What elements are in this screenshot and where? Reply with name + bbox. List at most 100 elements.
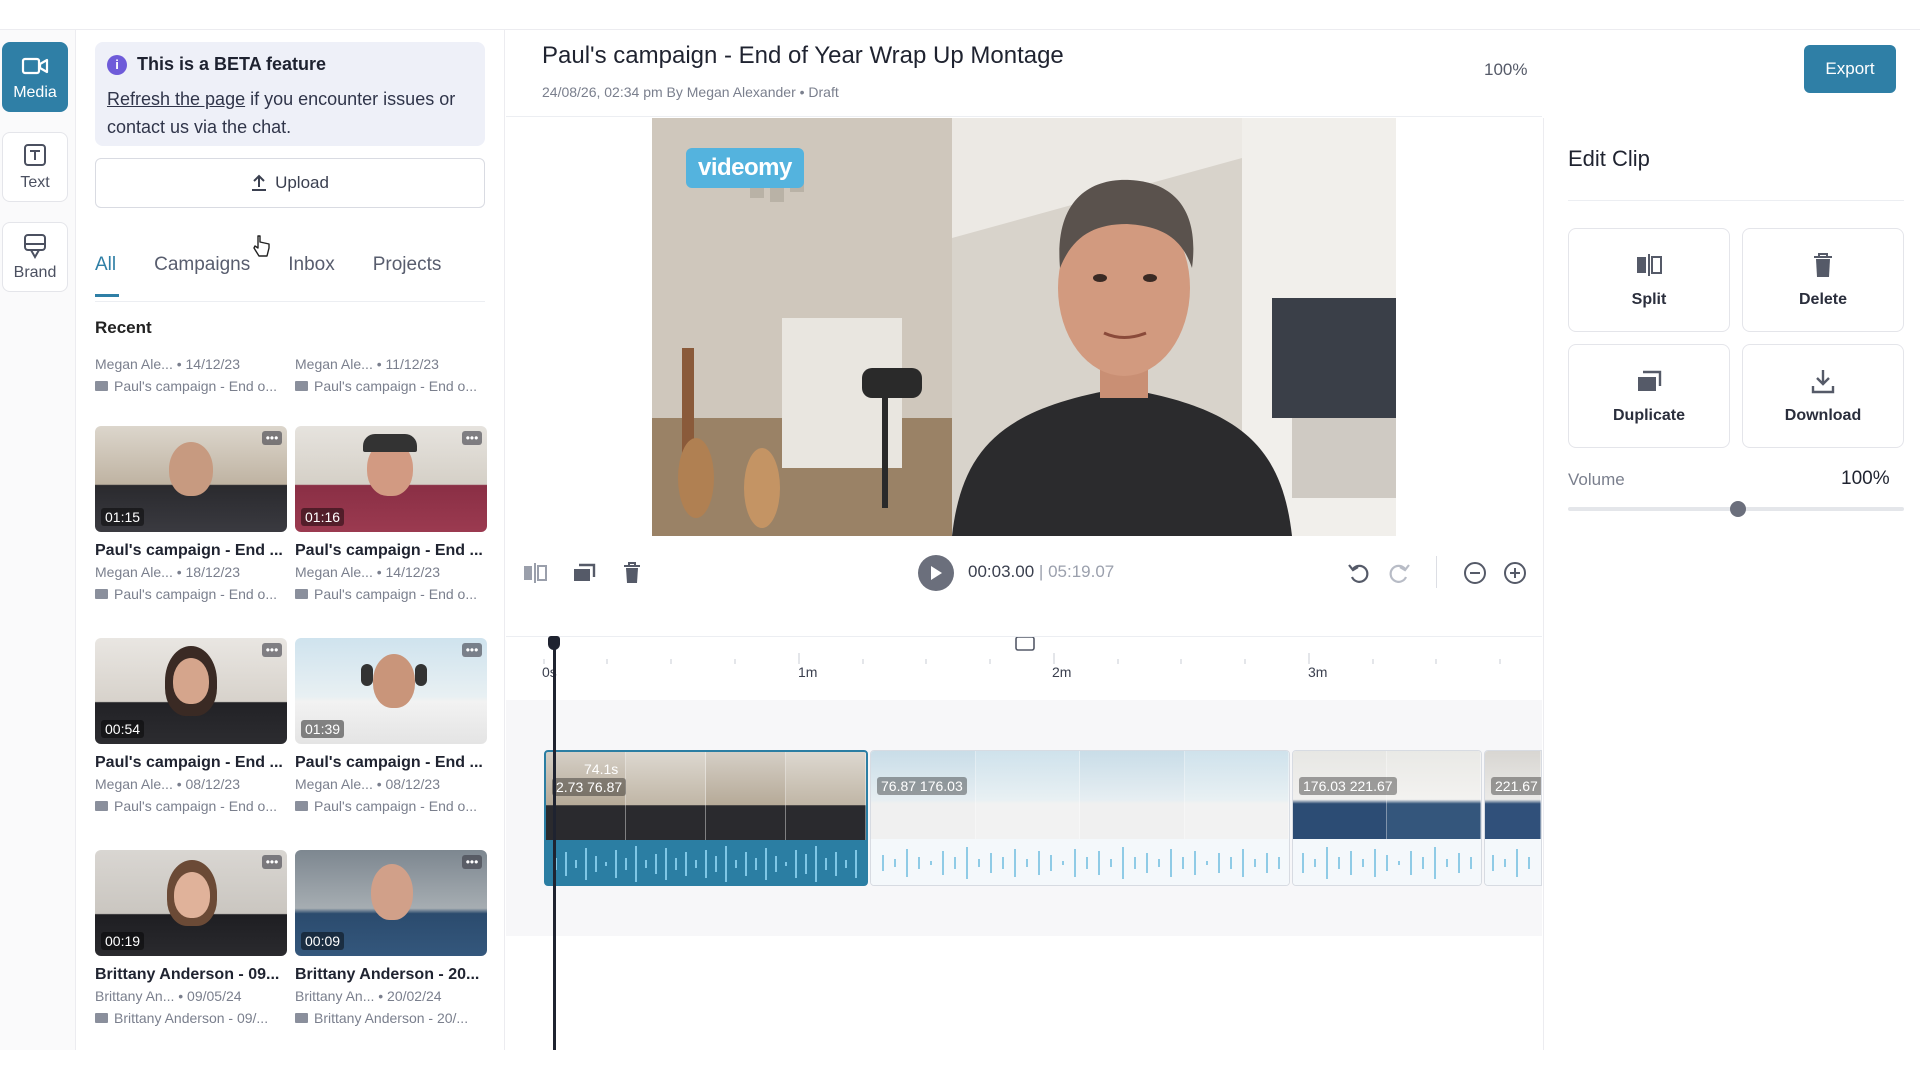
trash-icon[interactable] (622, 561, 642, 585)
playhead[interactable] (553, 636, 556, 1050)
card-title: Paul's campaign - End ... (95, 754, 283, 771)
panel-divider (1568, 200, 1904, 201)
video-thumbnail[interactable]: ••• 00:19 (95, 850, 287, 956)
upload-icon (252, 174, 267, 191)
project-subtitle: 24/08/26, 02:34 pm By Megan Alexander • … (542, 84, 839, 100)
redo-icon[interactable] (1387, 561, 1411, 585)
tab-all[interactable]: All (95, 252, 120, 301)
audio-waveform (546, 840, 866, 884)
media-card[interactable]: ••• 00:54 Paul's campaign - End ... Mega… (95, 638, 287, 814)
video-thumbnail[interactable]: ••• 00:09 (295, 850, 487, 956)
audio-waveform (1485, 839, 1541, 885)
card-folder: Brittany Anderson - 09/... (114, 1010, 269, 1026)
tab-campaigns[interactable]: Campaigns (154, 252, 250, 301)
ruler-label-2: 2m (1052, 664, 1072, 680)
video-thumbnail[interactable]: ••• 01:39 (295, 638, 487, 744)
beta-notice: i This is a BETA feature Refresh the pag… (95, 42, 485, 146)
card-folder: Paul's campaign - End o... (114, 586, 277, 602)
clip-range: 221.67 3 (1491, 777, 1541, 795)
card-meta: Megan Ale... • 08/12/23 (295, 776, 441, 792)
media-card[interactable]: ••• 00:09 Brittany Anderson - 20... Brit… (295, 850, 487, 1026)
list-item[interactable]: Megan Ale... • 11/12/23 Paul's campaign … (295, 356, 487, 394)
rail-text-label: Text (20, 174, 50, 191)
card-meta: Brittany An... • 20/02/24 (295, 988, 442, 1004)
timeline-clip-4[interactable]: 221.67 3 (1484, 750, 1542, 886)
video-thumbnail[interactable]: ••• 00:54 (95, 638, 287, 744)
duration-badge: 01:15 (101, 508, 145, 526)
more-options-icon[interactable]: ••• (262, 431, 282, 445)
video-thumbnail[interactable]: ••• 01:16 (295, 426, 487, 532)
media-card[interactable]: ••• 01:39 Paul's campaign - End ... Mega… (295, 638, 487, 814)
delete-button[interactable]: Delete (1742, 228, 1904, 332)
media-tabs: All Campaigns Inbox Projects (95, 252, 485, 302)
more-options-icon[interactable]: ••• (262, 855, 282, 869)
clip-range: 2.73 76.87 (552, 778, 627, 796)
video-preview[interactable]: videomy (652, 118, 1396, 536)
playhead-handle[interactable] (548, 636, 560, 650)
duration-badge: 00:54 (101, 720, 145, 738)
undo-icon[interactable] (1347, 561, 1371, 585)
rail-media-label: Media (13, 84, 57, 101)
duplicate-button[interactable]: Duplicate (1568, 344, 1730, 448)
card-folder: Paul's campaign - End o... (114, 378, 277, 394)
folder-icon (95, 801, 108, 811)
tab-inbox[interactable]: Inbox (288, 252, 334, 301)
rail-text-button[interactable]: Text (2, 132, 68, 202)
more-options-icon[interactable]: ••• (462, 431, 482, 445)
card-title: Paul's campaign - End ... (95, 542, 283, 559)
timeline-clip-1[interactable]: 74.1s 2.73 76.87 (544, 750, 868, 886)
timeline-clip-3[interactable]: 176.03 221.67 (1292, 750, 1482, 886)
rail-media-button[interactable]: Media (2, 42, 68, 112)
export-button[interactable]: Export (1804, 45, 1896, 93)
zoom-level[interactable]: 100% (1484, 60, 1527, 80)
card-title: Paul's campaign - End ... (295, 542, 483, 559)
total-time: 05:19.07 (1048, 562, 1115, 581)
split-button[interactable]: Split (1568, 228, 1730, 332)
rail-brand-button[interactable]: Brand (2, 222, 68, 292)
rail-brand-label: Brand (13, 264, 57, 281)
more-options-icon[interactable]: ••• (462, 643, 482, 657)
current-time: 00:03.00 (968, 562, 1035, 581)
list-item[interactable]: Megan Ale... • 14/12/23 Paul's campaign … (95, 356, 287, 394)
upload-label: Upload (275, 173, 329, 192)
card-meta: Megan Ale... • 14/12/23 (95, 356, 241, 372)
ruler-label-3: 3m (1308, 664, 1328, 680)
media-card[interactable]: ••• 01:15 Paul's campaign - End ... Mega… (95, 426, 287, 602)
more-options-icon[interactable]: ••• (262, 643, 282, 657)
folder-icon (95, 1013, 108, 1023)
card-meta: Megan Ale... • 14/12/23 (295, 564, 441, 580)
media-card[interactable]: ••• 00:19 Brittany Anderson - 09... Brit… (95, 850, 287, 1026)
card-folder: Brittany Anderson - 20/... (314, 1010, 469, 1026)
download-button[interactable]: Download (1742, 344, 1904, 448)
timeline-ruler[interactable]: 0s 1m 2m 3m (506, 636, 1542, 686)
timeline-clip-2[interactable]: 76.87 176.03 (870, 750, 1290, 886)
upload-button[interactable]: Upload (95, 158, 485, 208)
folder-icon (295, 801, 308, 811)
controls-divider (1436, 556, 1437, 588)
media-card[interactable]: ••• 01:16 Paul's campaign - End ... Mega… (295, 426, 487, 602)
tab-projects[interactable]: Projects (373, 252, 442, 301)
folder-icon (295, 589, 308, 599)
card-folder: Paul's campaign - End o... (314, 586, 477, 602)
download-label: Download (1784, 407, 1862, 424)
play-button[interactable] (918, 555, 954, 591)
folder-icon (295, 1013, 308, 1023)
more-options-icon[interactable]: ••• (462, 855, 482, 869)
ruler-ticks (543, 637, 1501, 664)
refresh-page-link[interactable]: Refresh the page (107, 89, 245, 109)
video-thumbnail[interactable]: ••• 01:15 (95, 426, 287, 532)
brand-icon (24, 234, 46, 260)
zoom-out-icon[interactable] (1463, 561, 1487, 585)
mouse-cursor-icon (253, 235, 270, 257)
timeline-handle-icon (1015, 637, 1035, 651)
text-box-icon (24, 144, 46, 166)
zoom-in-icon[interactable] (1503, 561, 1527, 585)
section-title: Recent (95, 318, 152, 337)
split-icon[interactable] (522, 562, 548, 584)
volume-value: 100% (1841, 468, 1890, 489)
volume-slider-handle[interactable] (1730, 501, 1746, 517)
card-title: Paul's campaign - End ... (295, 754, 483, 771)
duplicate-icon[interactable] (572, 562, 596, 584)
delete-label: Delete (1798, 291, 1848, 308)
duplicate-icon (1638, 370, 1662, 391)
